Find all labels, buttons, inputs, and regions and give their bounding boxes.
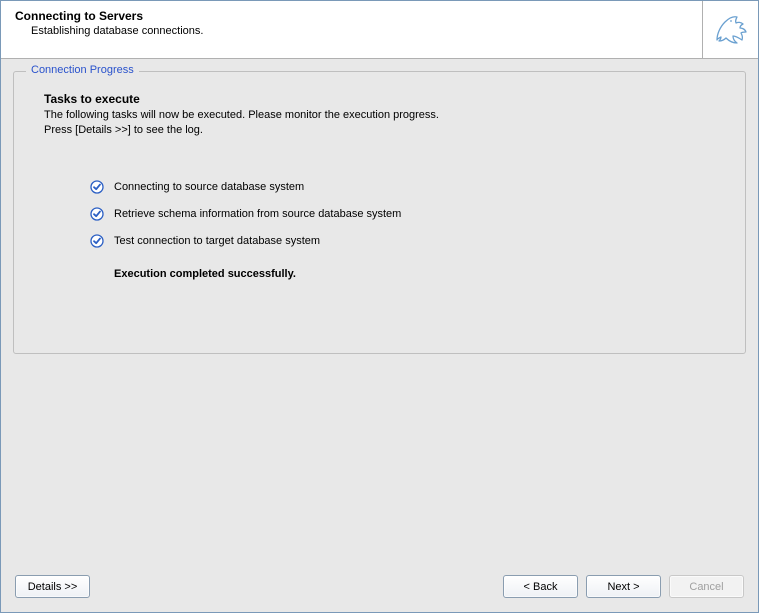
header-text: Connecting to Servers Establishing datab… — [1, 1, 702, 58]
task-row: Test connection to target database syste… — [90, 234, 721, 248]
tasks-heading: Tasks to execute — [44, 92, 721, 106]
page-subtitle: Establishing database connections. — [31, 25, 688, 37]
checkmark-icon — [90, 207, 104, 221]
task-label: Test connection to target database syste… — [114, 235, 320, 247]
back-button[interactable]: < Back — [503, 575, 578, 598]
completion-message: Execution completed successfully. — [114, 268, 721, 280]
task-row: Connecting to source database system — [90, 180, 721, 194]
tasks-description: The following tasks will now be executed… — [44, 108, 444, 138]
wizard-window: Connecting to Servers Establishing datab… — [0, 0, 759, 613]
connection-progress-panel: Connection Progress Tasks to execute The… — [13, 71, 746, 354]
task-list: Connecting to source database system Ret… — [90, 180, 721, 248]
footer-right: < Back Next > Cancel — [503, 575, 744, 598]
content-area: Connection Progress Tasks to execute The… — [1, 59, 758, 565]
checkmark-icon — [90, 234, 104, 248]
mysql-dolphin-icon — [702, 1, 758, 58]
page-title: Connecting to Servers — [15, 9, 688, 23]
task-label: Connecting to source database system — [114, 181, 304, 193]
panel-legend: Connection Progress — [26, 64, 139, 76]
details-button[interactable]: Details >> — [15, 575, 90, 598]
task-row: Retrieve schema information from source … — [90, 207, 721, 221]
header: Connecting to Servers Establishing datab… — [1, 1, 758, 59]
task-label: Retrieve schema information from source … — [114, 208, 401, 220]
next-button[interactable]: Next > — [586, 575, 661, 598]
cancel-button: Cancel — [669, 575, 744, 598]
footer: Details >> < Back Next > Cancel — [1, 565, 758, 612]
footer-left: Details >> — [15, 575, 90, 598]
checkmark-icon — [90, 180, 104, 194]
